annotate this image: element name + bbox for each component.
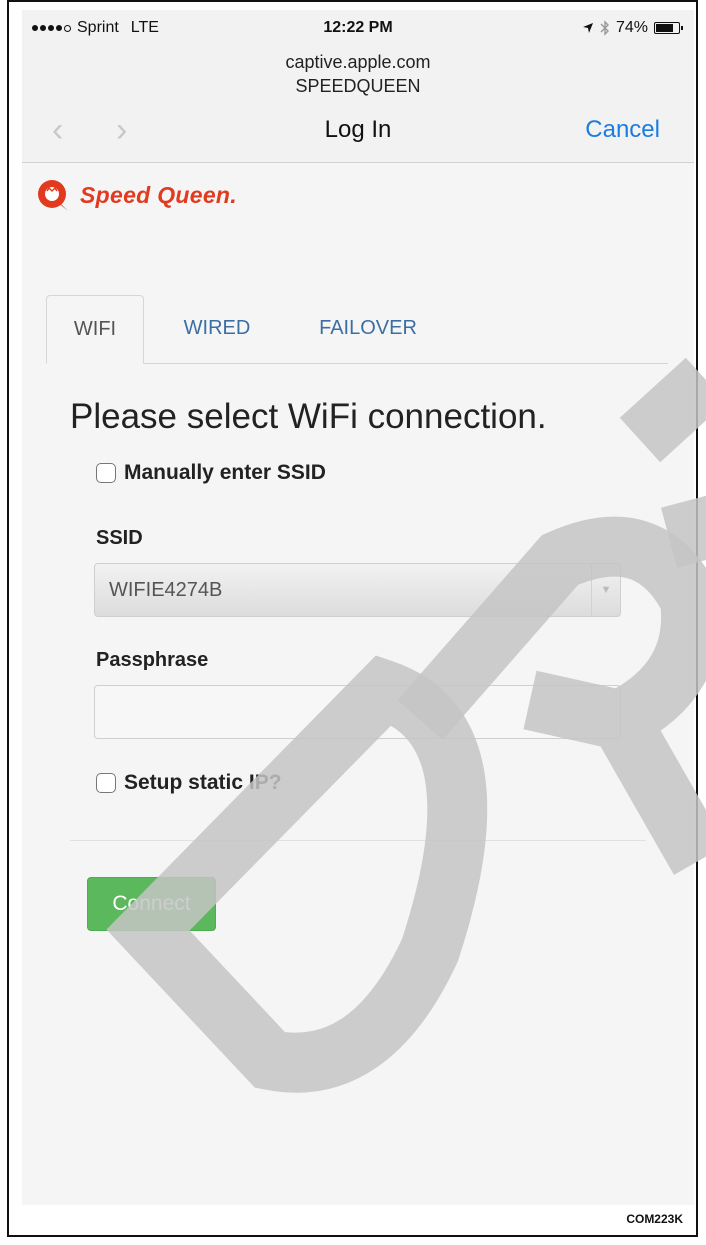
url-label: captive.apple.com — [285, 52, 431, 72]
bluetooth-icon — [600, 20, 609, 36]
speed-queen-logo-icon — [38, 180, 68, 211]
manual-ssid-checkbox[interactable] — [96, 463, 116, 483]
ssid-label: SSID — [96, 527, 143, 549]
status-right: 74% — [582, 19, 683, 37]
manual-ssid-label: Manually enter SSID — [124, 461, 326, 484]
manual-ssid-option[interactable]: Manually enter SSID — [96, 461, 326, 485]
url-block: captive.apple.com SPEEDQUEEN — [22, 50, 694, 98]
brand-logo: Speed Queen. — [34, 177, 237, 213]
form-heading: Please select WiFi connection. — [70, 397, 547, 436]
battery-icon — [654, 22, 683, 34]
static-ip-label: Setup static IP? — [124, 771, 282, 794]
phone-screen: Sprint LTE 12:22 PM 74% captive.apple.co… — [22, 10, 694, 1205]
tab-wifi[interactable]: WIFI — [46, 295, 144, 364]
chevron-down-icon: ▼ — [591, 564, 620, 616]
passphrase-label: Passphrase — [96, 649, 209, 671]
connect-button[interactable]: Connect — [87, 877, 216, 931]
form-divider — [70, 840, 646, 841]
figure-code: COM223K — [626, 1212, 683, 1226]
location-arrow-icon — [582, 23, 593, 33]
battery-percent: 74% — [615, 19, 648, 36]
network-name-label: SPEEDQUEEN — [295, 76, 421, 96]
cancel-button[interactable]: Cancel — [585, 116, 660, 144]
static-ip-checkbox[interactable] — [96, 773, 116, 793]
static-ip-option[interactable]: Setup static IP? — [96, 771, 282, 795]
navigation-bar: ‹ › Log In Cancel — [22, 110, 694, 150]
connection-tabs: WIFI WIRED FAILOVER — [46, 295, 668, 364]
passphrase-input[interactable] — [94, 685, 621, 739]
ssid-select[interactable]: WIFIE4274B ▼ — [94, 563, 621, 617]
captive-page: Speed Queen. WIFI WIRED FAILOVER Please … — [22, 163, 694, 1205]
tab-failover[interactable]: FAILOVER — [298, 295, 438, 363]
ssid-selected-value: WIFIE4274B — [109, 579, 223, 601]
brand-name: Speed Queen. — [80, 181, 237, 208]
tab-wired[interactable]: WIRED — [162, 295, 272, 363]
status-bar: Sprint LTE 12:22 PM 74% — [22, 10, 694, 48]
